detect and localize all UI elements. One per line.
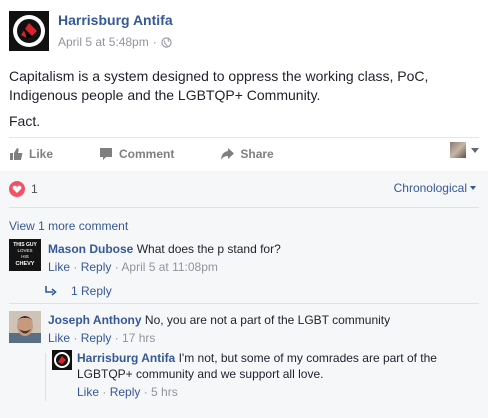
post: Harrisburg Antifa April 5 at 5:48pm · Ca… bbox=[0, 0, 488, 170]
share-icon bbox=[221, 148, 235, 160]
post-paragraph: Capitalism is a system designed to oppre… bbox=[9, 68, 429, 103]
post-meta: April 5 at 5:48pm · bbox=[58, 35, 172, 49]
viewer-selector[interactable] bbox=[450, 142, 479, 158]
comment-actions: Like · Reply · April 5 at 11:08pm bbox=[48, 260, 218, 274]
share-label: Share bbox=[240, 147, 274, 161]
share-button[interactable]: Share bbox=[220, 147, 274, 161]
comment-time[interactable]: 17 hrs bbox=[122, 331, 155, 345]
comment-actions: Like · Reply · 17 hrs bbox=[48, 331, 156, 345]
comment-body: Joseph Anthony No, you are not a part of… bbox=[48, 312, 478, 346]
view-more-comments-link[interactable]: View 1 more comment bbox=[9, 219, 128, 233]
comment-author[interactable]: Joseph Anthony bbox=[48, 313, 142, 327]
antifa-logo-icon bbox=[9, 11, 49, 51]
post-paragraph: Fact. bbox=[9, 113, 41, 129]
comment-author[interactable]: Mason Dubose bbox=[48, 242, 133, 256]
reply-arrow-icon bbox=[45, 286, 57, 296]
comment-reply-link[interactable]: Reply bbox=[81, 260, 112, 274]
comment-text: No, you are not a part of the LGBT commu… bbox=[144, 313, 391, 327]
post-actions: Like Comment Share bbox=[9, 142, 479, 166]
viewer-avatar bbox=[450, 142, 466, 158]
comment-like-link[interactable]: Like bbox=[77, 385, 99, 399]
comments-divider bbox=[9, 303, 479, 304]
comment-time[interactable]: 5 hrs bbox=[151, 385, 178, 399]
antifa-logo-icon bbox=[52, 350, 72, 370]
comment-icon bbox=[100, 148, 113, 160]
reply-thread-line bbox=[45, 353, 46, 401]
reaction-count: 1 bbox=[31, 182, 38, 196]
reply-count-label: 1 Reply bbox=[71, 284, 112, 298]
comment-author[interactable]: Harrisburg Antifa bbox=[77, 351, 175, 365]
heart-icon bbox=[9, 181, 25, 197]
comment-like-link[interactable]: Like bbox=[48, 260, 70, 274]
comment-body: Mason Dubose What does the p stand for? … bbox=[48, 241, 478, 275]
comment-body: Harrisburg Antifa I'm not, but some of m… bbox=[77, 350, 477, 400]
reactions-summary[interactable]: 1 bbox=[9, 181, 38, 197]
page-avatar[interactable] bbox=[9, 11, 49, 51]
comment-time[interactable]: April 5 at 11:08pm bbox=[121, 260, 218, 274]
like-label: Like bbox=[29, 147, 54, 161]
avatar-text: CHEVY bbox=[16, 261, 35, 267]
comment-reply-link[interactable]: Reply bbox=[81, 331, 112, 345]
page-name[interactable]: Harrisburg Antifa bbox=[58, 12, 173, 28]
comment-actions: Like · Reply · 5 hrs bbox=[77, 385, 178, 399]
like-button[interactable]: Like bbox=[9, 147, 53, 161]
post-text: Capitalism is a system designed to oppre… bbox=[9, 67, 479, 138]
comment-like-link[interactable]: Like bbox=[48, 331, 70, 345]
person-avatar-icon bbox=[9, 311, 41, 343]
comment-button[interactable]: Comment bbox=[99, 147, 174, 161]
comment-label: Comment bbox=[119, 147, 175, 161]
comment-reply-link[interactable]: Reply bbox=[110, 385, 141, 399]
comment-order-dropdown[interactable]: Chronological bbox=[394, 181, 476, 195]
dropdown-caret-icon bbox=[470, 186, 476, 190]
comment-text: What does the p stand for? bbox=[136, 242, 281, 256]
chevron-down-icon bbox=[471, 147, 479, 153]
chevy-avatar-icon: THIS GUY LOVES HIS CHEVY bbox=[9, 239, 41, 271]
commenter-avatar[interactable] bbox=[9, 311, 41, 343]
post-divider bbox=[9, 137, 479, 138]
replies-link[interactable]: 1 Reply bbox=[45, 284, 112, 298]
avatar-text: HIS bbox=[21, 254, 29, 259]
comments-divider bbox=[9, 207, 479, 208]
reply-avatar[interactable] bbox=[52, 350, 72, 370]
post-timestamp[interactable]: April 5 at 5:48pm bbox=[58, 35, 149, 49]
avatar-text: LOVES bbox=[17, 248, 32, 253]
order-label: Chronological bbox=[393, 181, 467, 195]
commenter-avatar[interactable]: THIS GUY LOVES HIS CHEVY bbox=[9, 239, 41, 271]
like-icon bbox=[10, 148, 23, 160]
globe-icon[interactable] bbox=[161, 36, 172, 48]
comments-section: 1 Chronological View 1 more comment THIS… bbox=[0, 171, 488, 418]
meta-separator: · bbox=[152, 35, 157, 49]
